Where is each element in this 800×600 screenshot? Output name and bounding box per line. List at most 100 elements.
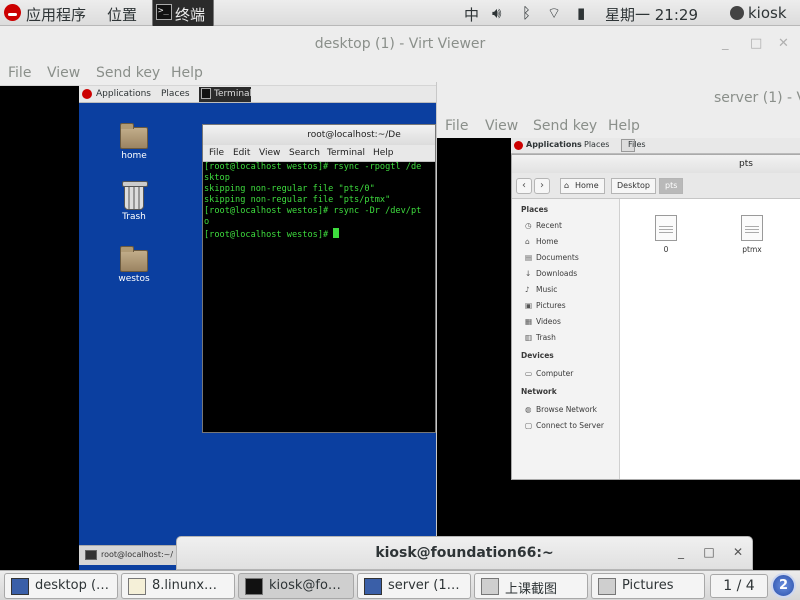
breadcrumb-home[interactable]: ⌂ Home (560, 178, 605, 194)
clock[interactable]: 星期一 21:29 (605, 4, 698, 25)
host-taskbar: desktop (… 8.linunx… kiosk@fo… server (1… (0, 570, 800, 600)
close-button[interactable]: ✕ (778, 36, 789, 51)
file-name: ptmx (742, 245, 762, 254)
server-guest-display[interactable]: Applications Places Files pts ‹ › ⌂ Home… (437, 138, 800, 570)
terminal-title[interactable]: root@localhost:~/De (203, 125, 435, 145)
westos-desktop-icon[interactable]: westos (104, 244, 164, 288)
user-menu[interactable]: kiosk (748, 4, 787, 22)
sidebar-item-computer[interactable]: ▭ Computer (525, 369, 573, 378)
bluetooth-icon[interactable]: ᛒ (522, 4, 531, 22)
terminal-menu-terminal[interactable]: Terminal (327, 148, 365, 158)
server-menu-file[interactable]: File (445, 118, 468, 134)
minimize-button[interactable]: _ (722, 36, 729, 51)
user-icon (730, 6, 744, 20)
terminal-menu-search[interactable]: Search (289, 148, 320, 158)
sidebar-item-pictures[interactable]: ▣ Pictures (525, 301, 566, 310)
places-menu[interactable]: 位置 (107, 4, 137, 25)
sidebar-item-recent[interactable]: ◷ Recent (525, 221, 562, 230)
sidebar-item-home[interactable]: ⌂ Home (525, 237, 558, 246)
maximize-button[interactable]: □ (750, 36, 762, 51)
battery-icon[interactable]: ▮ (577, 4, 585, 22)
guest-places-menu[interactable]: Places (161, 89, 190, 99)
taskbar-item-pictures[interactable]: Pictures (591, 573, 705, 599)
sidebar-item-connect-to-server[interactable]: ▢ Connect to Server (525, 421, 604, 430)
terminal-output[interactable]: [root@localhost westos]# rsync -rpogtl /… (203, 162, 435, 432)
trash-desktop-icon[interactable]: Trash (104, 178, 164, 224)
sidebar-item-music[interactable]: ♪ Music (525, 285, 557, 294)
guest-terminal-tab[interactable]: Terminal (199, 87, 252, 102)
guest-applications-menu[interactable]: Applications (96, 89, 151, 99)
icon-label: home (121, 151, 147, 161)
home-icon: ⌂ (564, 181, 570, 190)
taskbar-item-terminal[interactable]: kiosk@fo… (238, 573, 354, 599)
sidebar-devices-header: Devices (521, 351, 554, 360)
terminal-cursor (333, 228, 340, 238)
breadcrumb-desktop[interactable]: Desktop (611, 178, 656, 194)
server-guest-files-tab[interactable]: Files (628, 140, 646, 149)
server-menu-send-key[interactable]: Send key (533, 118, 597, 134)
sidebar-item-videos[interactable]: ▦ Videos (525, 317, 561, 326)
maximize-button[interactable]: □ (698, 543, 720, 561)
file-manager-title[interactable]: pts (512, 155, 800, 173)
terminal-app-tab[interactable]: >_ 终端 (152, 0, 214, 26)
file-manager-toolbar: ‹ › ⌂ Home Desktop pts (512, 173, 800, 199)
terminal-menu-help[interactable]: Help (373, 148, 394, 158)
guest-top-bar: Applications Places Terminal (79, 86, 439, 103)
documents-icon: ▤ (525, 253, 533, 262)
server-virt-viewer-window[interactable]: server (1) - V File View Send key Help A… (436, 82, 800, 570)
server-guest-places[interactable]: Places (584, 140, 609, 149)
taskbar-item-label: Pictures (622, 578, 674, 593)
forward-button[interactable]: › (534, 178, 550, 194)
folder-icon (481, 578, 499, 595)
terminal-icon (85, 550, 97, 560)
taskbar-item-label: desktop (… (35, 578, 110, 593)
taskbar-item-screenshot-folder[interactable]: 上课截图 (474, 573, 588, 599)
host-terminal-window[interactable]: kiosk@foundation66:~ _ □ ✕ (176, 536, 753, 570)
wifi-icon[interactable]: ⌔ (547, 4, 561, 23)
back-button[interactable]: ‹ (516, 178, 532, 194)
terminal-line: [root@localhost westos]# rsync -Dr /dev/… (204, 206, 422, 216)
taskbar-item-text-editor[interactable]: 8.linunx… (121, 573, 235, 599)
menu-send-key[interactable]: Send key (96, 65, 160, 81)
notification-badge[interactable]: 2 (771, 573, 796, 598)
guest-taskbar-terminal[interactable]: root@localhost:~/ (101, 550, 173, 559)
sidebar-item-downloads[interactable]: ↓ Downloads (525, 269, 577, 278)
home-icon: ⌂ (525, 237, 530, 246)
file-icon (655, 215, 677, 241)
input-method-indicator[interactable]: 中 (464, 4, 479, 25)
virt-viewer-titlebar[interactable]: desktop (1) - Virt Viewer _ □ ✕ (0, 26, 800, 62)
server-menu-help[interactable]: Help (608, 118, 640, 134)
taskbar-item-server-viewer[interactable]: server (1… (357, 573, 471, 599)
menu-file[interactable]: File (8, 65, 31, 81)
downloads-icon: ↓ (525, 269, 532, 278)
guest-terminal-window[interactable]: root@localhost:~/De File Edit View Searc… (202, 124, 436, 433)
server-guest-applications[interactable]: Applications (526, 140, 582, 149)
server-titlebar[interactable]: server (1) - V (437, 82, 800, 110)
taskbar-item-desktop-viewer[interactable]: desktop (… (4, 573, 118, 599)
sidebar-item-trash[interactable]: ▥ Trash (525, 333, 556, 342)
taskbar-item-label: server (1… (388, 578, 460, 593)
sidebar-item-browse-network[interactable]: ◍ Browse Network (525, 405, 597, 414)
close-button[interactable]: ✕ (727, 543, 749, 561)
volume-icon[interactable]: 🔊︎ (492, 4, 501, 22)
terminal-menu-file[interactable]: File (209, 148, 224, 158)
server-menubar: File View Send key Help (437, 116, 800, 138)
home-desktop-icon[interactable]: home (104, 121, 164, 161)
home-folder-icon (120, 123, 148, 149)
breadcrumb-pts[interactable]: pts (659, 178, 684, 194)
terminal-menu-view[interactable]: View (259, 148, 280, 158)
folder-icon (598, 578, 616, 595)
guest-taskbar: root@localhost:~/ (79, 545, 179, 565)
menu-view[interactable]: View (47, 65, 80, 81)
file-item-ptmx[interactable]: ptmx (730, 215, 774, 261)
sidebar-item-documents[interactable]: ▤ Documents (525, 253, 579, 262)
terminal-menu-edit[interactable]: Edit (233, 148, 250, 158)
minimize-button[interactable]: _ (670, 543, 692, 561)
file-item-0[interactable]: 0 (644, 215, 688, 261)
applications-menu[interactable]: 应用程序 (26, 4, 86, 25)
server-menu-view[interactable]: View (485, 118, 518, 134)
taskbar-item-label: 8.linunx… (152, 578, 218, 593)
menu-help[interactable]: Help (171, 65, 203, 81)
workspace-pager[interactable]: 1 / 4 (710, 574, 768, 598)
file-manager-window[interactable]: pts ‹ › ⌂ Home Desktop pts Places ◷ Recen… (511, 154, 800, 480)
